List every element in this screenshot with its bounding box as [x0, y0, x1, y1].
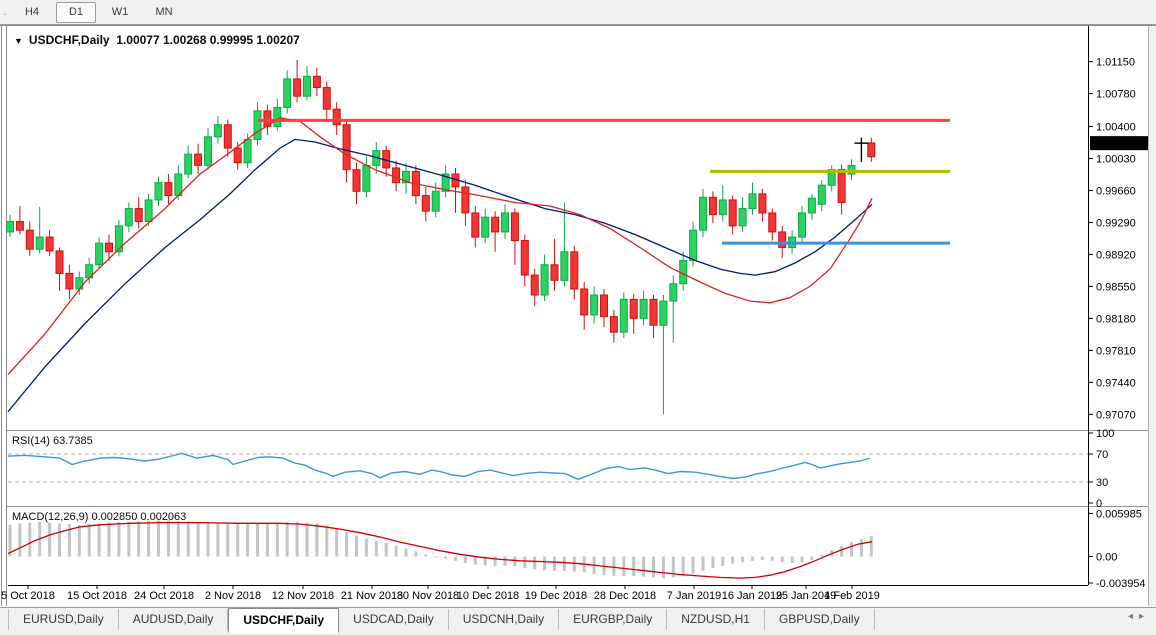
- svg-text:0.98180: 0.98180: [1096, 313, 1136, 325]
- chart-title: ▼ USDCHF,Daily 1.00077 1.00268 0.99995 1.…: [14, 33, 300, 47]
- svg-text:15 Oct 2018: 15 Oct 2018: [67, 590, 127, 602]
- ohlc-values: 1.00077 1.00268 0.99995 1.00207: [116, 33, 300, 47]
- svg-text:24 Oct 2018: 24 Oct 2018: [134, 590, 194, 602]
- tab-scroll-arrows: ◂▸: [1128, 611, 1150, 622]
- svg-text:0.99290: 0.99290: [1096, 217, 1136, 229]
- svg-text:100: 100: [1096, 428, 1114, 440]
- svg-text:30: 30: [1096, 477, 1108, 489]
- svg-text:4 Feb 2019: 4 Feb 2019: [824, 590, 880, 602]
- svg-text:-0.003954: -0.003954: [1096, 578, 1146, 590]
- symbol-label: USDCHF,Daily: [28, 33, 110, 47]
- svg-text:19 Dec 2018: 19 Dec 2018: [525, 590, 587, 602]
- svg-text:1.00207: 1.00207: [1094, 139, 1134, 151]
- tab-scroll-right-icon[interactable]: ▸: [1139, 611, 1150, 622]
- svg-text:7 Jan 2019: 7 Jan 2019: [667, 590, 721, 602]
- svg-text:0.97440: 0.97440: [1096, 377, 1136, 389]
- svg-text:12 Nov 2018: 12 Nov 2018: [272, 590, 334, 602]
- svg-text:16 Jan 2019: 16 Jan 2019: [722, 590, 783, 602]
- svg-text:0.97070: 0.97070: [1096, 409, 1136, 421]
- macd-indicator-label: MACD(12,26,9) 0.002850 0.002063: [12, 511, 187, 523]
- svg-text:2 Nov 2018: 2 Nov 2018: [205, 590, 261, 602]
- svg-text:0.98550: 0.98550: [1096, 281, 1136, 293]
- chart-canvas[interactable]: 1.01150 1.00780 1.00400 1.00030 0.99660 0.992…: [0, 0, 1156, 635]
- svg-text:10 Dec 2018: 10 Dec 2018: [457, 590, 519, 602]
- svg-text:70: 70: [1096, 449, 1108, 461]
- svg-text:1.01150: 1.01150: [1096, 57, 1135, 69]
- svg-text:1.00780: 1.00780: [1096, 89, 1136, 101]
- symbol-dropdown-icon[interactable]: ▼: [14, 36, 23, 46]
- svg-text:0.00: 0.00: [1096, 552, 1117, 564]
- svg-text:0.005985: 0.005985: [1096, 508, 1142, 520]
- rsi-indicator-label: RSI(14) 63.7385: [12, 435, 93, 447]
- svg-text:0.98920: 0.98920: [1096, 249, 1136, 261]
- svg-text:0.97810: 0.97810: [1096, 345, 1136, 357]
- svg-text:28 Dec 2018: 28 Dec 2018: [594, 590, 656, 602]
- svg-text:0.99660: 0.99660: [1096, 185, 1136, 197]
- svg-text:5 Oct 2018: 5 Oct 2018: [1, 590, 55, 602]
- svg-text:1.00030: 1.00030: [1096, 153, 1136, 165]
- svg-text:1.00400: 1.00400: [1096, 121, 1136, 133]
- tab-scroll-left-icon[interactable]: ◂: [1128, 611, 1139, 622]
- svg-text:21 Nov 2018: 21 Nov 2018: [341, 590, 403, 602]
- svg-text:30 Nov 2018: 30 Nov 2018: [397, 590, 459, 602]
